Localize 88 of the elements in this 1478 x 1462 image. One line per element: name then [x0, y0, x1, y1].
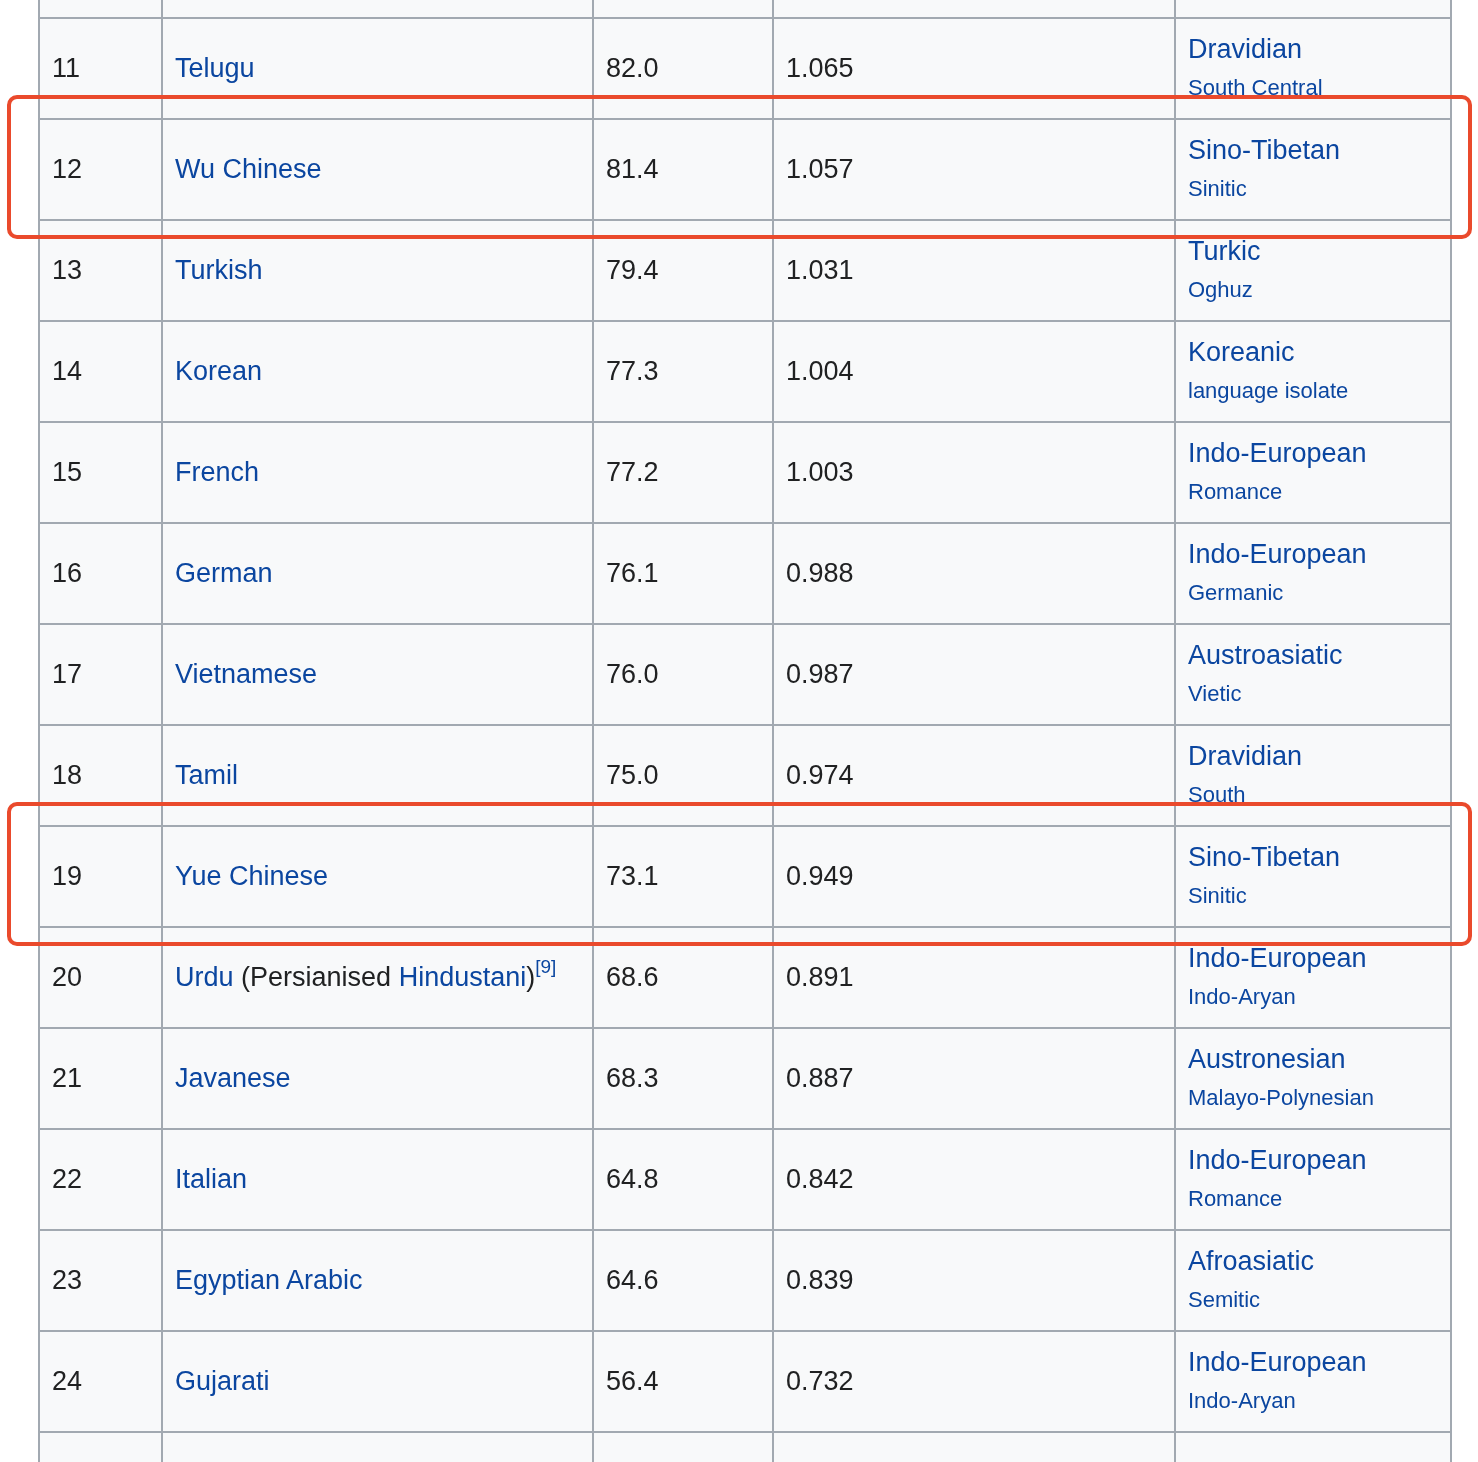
- branch-link[interactable]: Germanic: [1188, 581, 1284, 605]
- rank-number: 16: [52, 558, 83, 589]
- language-link[interactable]: German: [175, 558, 273, 589]
- branch-link[interactable]: Oghuz: [1188, 278, 1253, 302]
- rank-number: 15: [52, 457, 83, 488]
- table-cell: 0.988: [786, 558, 854, 589]
- language-link[interactable]: Javanese: [175, 1063, 291, 1094]
- branch-link[interactable]: Romance: [1188, 1187, 1283, 1211]
- table-cell: 79.4: [606, 255, 659, 286]
- branch-link[interactable]: Indo-Aryan: [1188, 985, 1296, 1009]
- table-cell: 0.974: [786, 760, 854, 791]
- language-link[interactable]: French: [175, 457, 260, 488]
- family-link[interactable]: Indo-European: [1188, 1143, 1367, 1177]
- language-link[interactable]: Turkish: [175, 255, 263, 286]
- table-cell: 0.891: [786, 962, 854, 993]
- branch-link[interactable]: Sinitic: [1188, 177, 1247, 201]
- rank-number: 22: [52, 1164, 83, 1195]
- language-link[interactable]: Italian: [175, 1164, 248, 1195]
- family-link[interactable]: Sino-Tibetan: [1188, 840, 1341, 874]
- family-link[interactable]: Indo-European: [1188, 1345, 1367, 1379]
- rank-number: 18: [52, 760, 83, 791]
- rank-number: 17: [52, 659, 83, 690]
- family-link[interactable]: Koreanic: [1188, 335, 1295, 369]
- branch-link[interactable]: Romance: [1188, 480, 1283, 504]
- table-cell: 76.1: [606, 558, 659, 589]
- footnote-link[interactable]: [9]: [535, 956, 557, 978]
- family-link[interactable]: Austronesian: [1188, 1042, 1346, 1076]
- table-cell: 0.949: [786, 861, 854, 892]
- language-note: (Persianised: [241, 962, 392, 993]
- language-link[interactable]: Hindustani: [398, 962, 527, 993]
- rank-number: 23: [52, 1265, 83, 1296]
- branch-link[interactable]: Semitic: [1188, 1288, 1261, 1312]
- table-cell: 82.0: [606, 53, 659, 84]
- language-note: ): [526, 962, 536, 993]
- language-link[interactable]: Telugu: [175, 53, 255, 84]
- rank-number: 14: [52, 356, 83, 387]
- table-cell: 0.987: [786, 659, 854, 690]
- table-cell: 77.2: [606, 457, 659, 488]
- branch-link[interactable]: Vietic: [1188, 682, 1242, 706]
- language-link[interactable]: Wu Chinese: [175, 154, 322, 185]
- family-link[interactable]: Indo-European: [1188, 436, 1367, 470]
- language-link[interactable]: Tamil: [175, 760, 238, 791]
- family-link[interactable]: Austroasiatic: [1188, 638, 1343, 672]
- rank-number: 11: [52, 53, 81, 84]
- rank-number: 13: [52, 255, 83, 286]
- branch-link[interactable]: Indo-Aryan: [1188, 1389, 1296, 1413]
- rank-number: 12: [52, 154, 83, 185]
- table-cell: 68.6: [606, 962, 659, 993]
- table-cell: 73.1: [606, 861, 659, 892]
- table-cell: 1.057: [786, 154, 854, 185]
- branch-link[interactable]: South: [1188, 783, 1246, 807]
- table-cell: 0.839: [786, 1265, 854, 1296]
- family-link[interactable]: Dravidian: [1188, 739, 1303, 773]
- rank-number: 21: [52, 1063, 83, 1094]
- family-link[interactable]: Afroasiatic: [1188, 1244, 1315, 1278]
- branch-link[interactable]: language isolate: [1188, 379, 1349, 403]
- table-cell: 64.8: [606, 1164, 659, 1195]
- table-cell: 0.732: [786, 1366, 854, 1397]
- table-cell: 1.065: [786, 53, 854, 84]
- table-cell: 81.4: [606, 154, 659, 185]
- rank-number: 19: [52, 861, 83, 892]
- table-cell: 77.3: [606, 356, 659, 387]
- family-link[interactable]: Dravidian: [1188, 32, 1303, 66]
- family-link[interactable]: Sino-Tibetan: [1188, 133, 1341, 167]
- table-cell: 56.4: [606, 1366, 659, 1397]
- language-link[interactable]: Vietnamese: [175, 659, 318, 690]
- branch-link[interactable]: Malayo-Polynesian: [1188, 1086, 1374, 1110]
- table-cell: 68.3: [606, 1063, 659, 1094]
- family-link[interactable]: Indo-European: [1188, 537, 1367, 571]
- table-cell: 0.887: [786, 1063, 854, 1094]
- table-cell: 1.031: [786, 255, 854, 286]
- rank-number: 24: [52, 1366, 83, 1397]
- language-link[interactable]: Urdu: [175, 962, 234, 993]
- table-cell: 1.004: [786, 356, 854, 387]
- branch-link[interactable]: Sinitic: [1188, 884, 1247, 908]
- branch-link[interactable]: South Central: [1188, 76, 1323, 100]
- family-link[interactable]: Turkic: [1188, 234, 1261, 268]
- language-link[interactable]: Gujarati: [175, 1366, 270, 1397]
- language-link[interactable]: Egyptian Arabic: [175, 1265, 363, 1296]
- table-cell: 1.003: [786, 457, 854, 488]
- rank-number: 20: [52, 962, 83, 993]
- family-link[interactable]: Indo-European: [1188, 941, 1367, 975]
- language-link[interactable]: Yue Chinese: [175, 861, 329, 892]
- table-cell: 75.0: [606, 760, 659, 791]
- table-cell: 64.6: [606, 1265, 659, 1296]
- table-cell: 0.842: [786, 1164, 854, 1195]
- table-cell: 76.0: [606, 659, 659, 690]
- language-link[interactable]: Korean: [175, 356, 263, 387]
